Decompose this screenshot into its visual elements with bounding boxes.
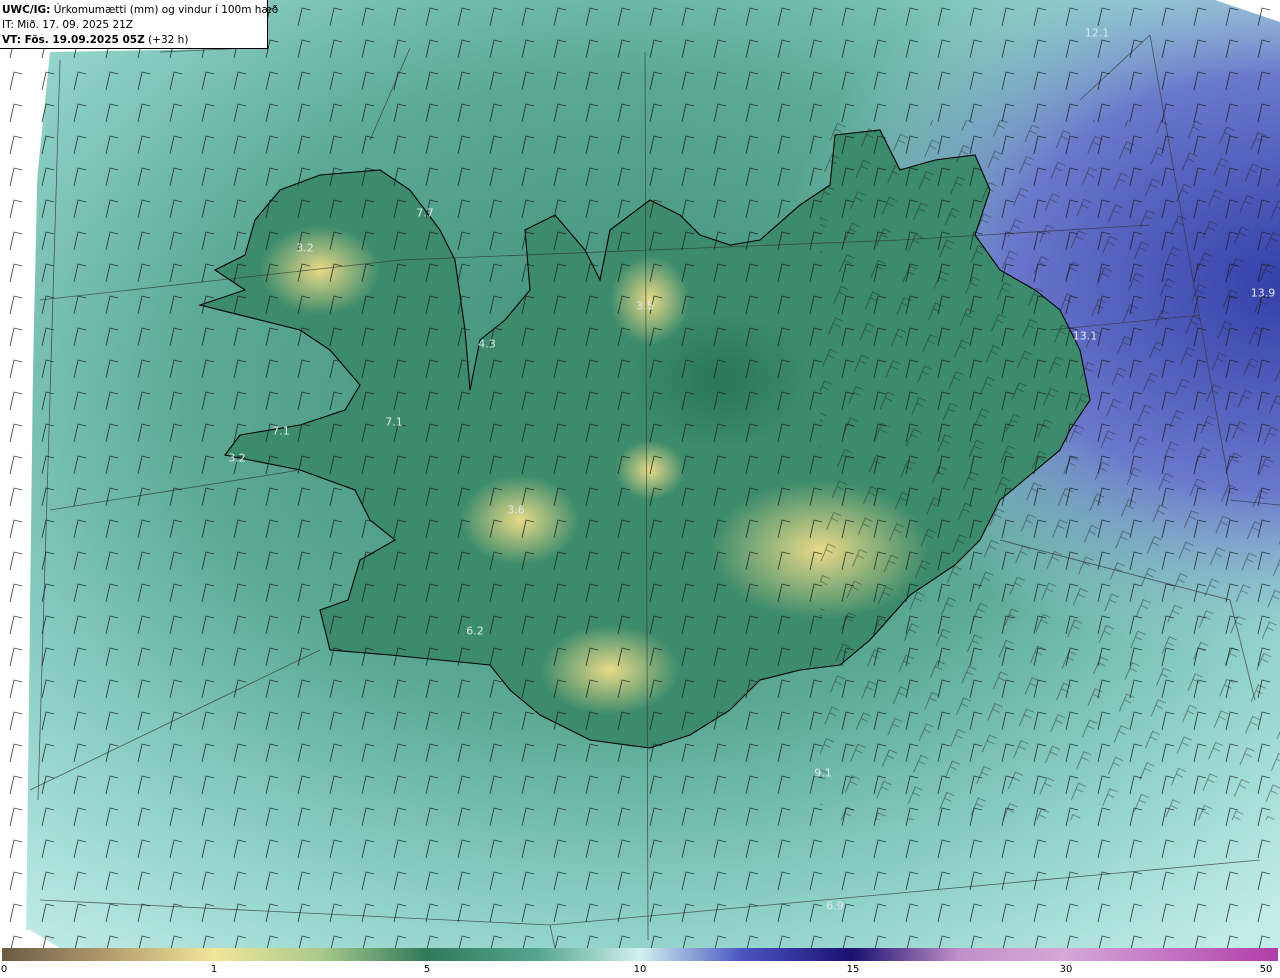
model-label: UWC/IG: [2,4,51,16]
colorbar-legend: 0 1 5 10 15 30 50 [0,948,1280,978]
precip-value-label: 7.1 [385,415,403,429]
colorbar-tick: 5 [423,964,431,975]
weather-map[interactable]: UWC/IG: Úrkomumætti (mm) og vindur í 100… [0,0,1280,948]
colorbar-tick: 1 [210,964,218,975]
title-line-3: VT: Fös. 19.09.2025 05Z (+32 h) [2,33,267,48]
valid-offset: (+32 h) [148,34,189,46]
title-line-1: UWC/IG: Úrkomumætti (mm) og vindur í 100… [2,3,278,18]
colorbar-strip [2,948,1278,961]
colorbar-tick: 10 [633,964,647,975]
precip-value-label: 3.2 [296,241,314,255]
product-label: Úrkomumætti (mm) og vindur í 100m hæð [53,4,279,16]
precip-value-label: 9.1 [814,766,832,780]
map-canvas [0,0,1280,948]
precip-value-label: 3.2 [228,451,246,465]
initial-time: IT: Mið. 17. 09. 2025 21Z [2,19,133,31]
precip-value-label: 7.7 [416,206,434,220]
precip-value-label: 6.9 [826,899,844,913]
colorbar-tick: 15 [846,964,860,975]
precip-value-label: 12.1 [1084,26,1110,40]
precip-value-label: 6.2 [466,624,484,638]
valid-time: VT: Fös. 19.09.2025 05Z [2,34,145,46]
precip-value-label: 3.6 [507,503,525,517]
colorbar-tick: 0 [0,964,8,975]
precip-value-label: 7.1 [272,424,290,438]
precip-value-label: 3.5 [636,299,654,313]
colorbar-tick: 50 [1259,964,1273,975]
map-title-box: UWC/IG: Úrkomumætti (mm) og vindur í 100… [0,0,278,49]
wind-barbs-strong [820,120,1280,820]
colorbar-tick: 30 [1059,964,1073,975]
precip-value-label: 13.1 [1072,329,1098,343]
precip-value-label: 13.9 [1250,286,1276,300]
precip-value-label: 4.3 [478,337,496,351]
